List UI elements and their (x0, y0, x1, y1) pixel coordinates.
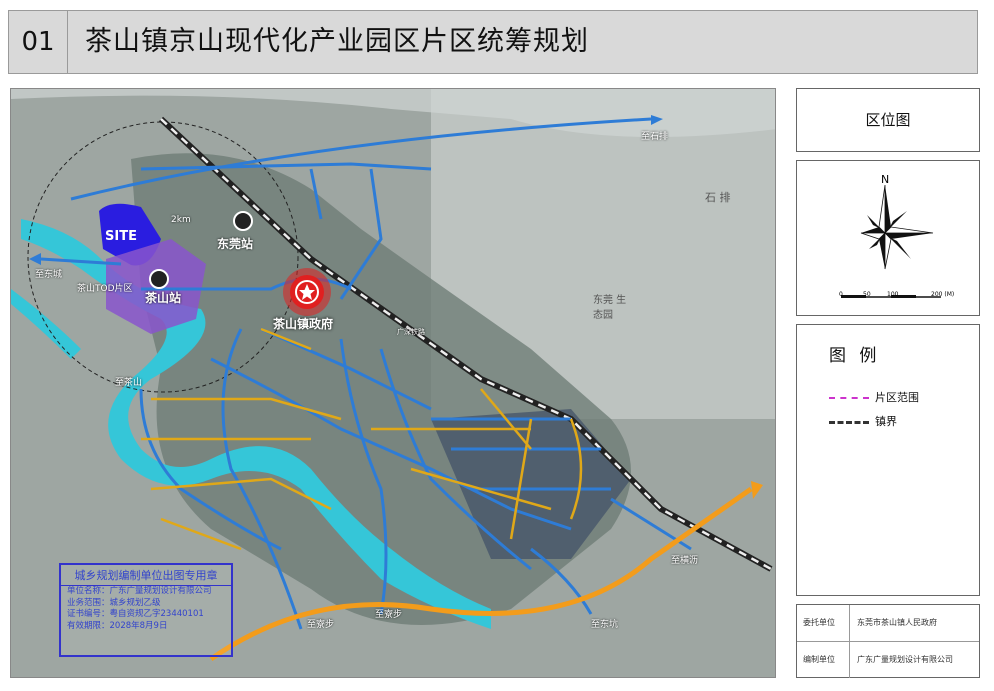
shipai-label: 石 排 (705, 191, 731, 204)
distance-label: 2km (171, 215, 191, 225)
legend-title: 图 例 (829, 346, 881, 366)
to-liaobu-label-1: 至寮步 (307, 620, 335, 630)
info-box: 委托单位 东莞市茶山镇人民政府 编制单位 广东广量规划设计有限公司 (796, 604, 980, 678)
page-title: 茶山镇京山现代化产业园区片区统筹规划 (85, 26, 589, 57)
plan-map[interactable]: SITE 东莞站 茶山站 茶山TOD片区 2km 茶山镇政府 至石排 至东城 至… (10, 88, 776, 678)
chashan-station-label: 茶山站 (145, 291, 182, 305)
stamp-unit: 单位名称：广东广量规划设计有限公司 (67, 586, 212, 596)
location-map-box: N 0 50 100 200 (M) (796, 160, 980, 316)
stamp-valid: 有效期限：2028年8月9日 (67, 620, 168, 631)
legend-item-area: 片区范围 (829, 389, 919, 405)
title-bar: 01 茶山镇京山现代化产业园区片区统筹规划 (8, 10, 978, 74)
scale-50: 50 (863, 291, 871, 298)
eco-park-label: 东莞 生态园 (593, 295, 627, 321)
to-chashan-label: 至茶山 (115, 378, 143, 388)
scale-0: 0 (839, 291, 843, 298)
legend-label-area: 片区范围 (875, 391, 919, 404)
legend-label-border: 镇界 (875, 415, 897, 428)
client-row: 委托单位 东莞市茶山镇人民政府 (797, 605, 979, 642)
to-liaobu-label-2: 至寮步 (375, 610, 403, 620)
stamp-scope: 业务范围：城乡规划乙级 (67, 597, 161, 608)
to-shipai-label: 至石排 (641, 132, 669, 142)
tod-label: 茶山TOD片区 (77, 284, 133, 294)
legend-box: 图 例 片区范围 镇界 (796, 324, 980, 596)
stamp-title: 城乡规划编制单位出图专用章 (61, 567, 231, 586)
area-boundary-swatch (829, 397, 869, 399)
approval-stamp: 城乡规划编制单位出图专用章 单位名称：广东广量规划设计有限公司 业务范围：城乡规… (59, 563, 233, 657)
to-dongcheng-label: 至东城 (35, 270, 63, 280)
location-title-box: 区位图 (796, 88, 980, 152)
maker-key: 编制单位 (803, 655, 835, 664)
maker-value: 广东广量规划设计有限公司 (857, 655, 953, 664)
scale-200: 200 (M) (931, 291, 955, 298)
scale-100: 100 (887, 291, 899, 298)
dongguan-station-label: 东莞站 (217, 237, 254, 251)
site-label: SITE (105, 229, 137, 244)
maker-row: 编制单位 广东广量规划设计有限公司 (797, 642, 979, 678)
to-hengli-label: 至横沥 (671, 556, 699, 566)
town-border-swatch (829, 420, 869, 424)
railway-label: 广深铁路 (397, 328, 425, 336)
legend-item-border: 镇界 (829, 413, 897, 429)
location-title: 区位图 (865, 111, 911, 129)
client-key: 委托单位 (803, 618, 835, 627)
stamp-cert: 证书编号：粤自资规乙字23440101 (67, 609, 204, 619)
to-dongkeng-label: 至东坑 (591, 620, 619, 630)
gov-label: 茶山镇政府 (273, 317, 334, 331)
sheet-number: 01 (9, 11, 68, 73)
client-value: 东莞市茶山镇人民政府 (857, 618, 937, 627)
